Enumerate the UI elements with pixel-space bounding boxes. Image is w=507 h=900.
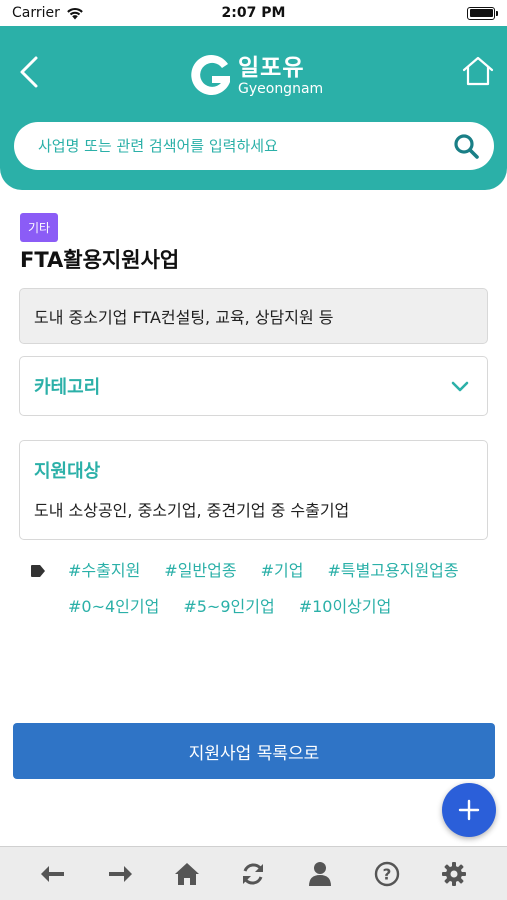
logo-subtitle: Gyeongnam bbox=[238, 80, 324, 97]
carrier-label: Carrier bbox=[12, 5, 60, 21]
chevron-down-icon bbox=[451, 381, 469, 392]
support-target-card: 지원대상 도내 소상공인, 중소기업, 중견기업 중 수출기업 bbox=[19, 440, 488, 540]
support-target-text: 도내 소상공인, 중소기업, 중견기업 중 수출기업 bbox=[34, 501, 350, 520]
tag-item[interactable]: #5~9인기업 bbox=[183, 596, 274, 618]
back-button[interactable] bbox=[14, 54, 44, 90]
back-icon[interactable] bbox=[39, 860, 67, 888]
battery-icon bbox=[467, 6, 498, 20]
home-icon[interactable] bbox=[173, 860, 201, 888]
category-dropdown[interactable]: 카테고리 bbox=[19, 356, 488, 416]
refresh-icon[interactable] bbox=[239, 860, 267, 888]
search-bar bbox=[14, 122, 494, 170]
wifi-icon bbox=[67, 7, 83, 19]
user-icon[interactable] bbox=[306, 860, 334, 888]
help-icon[interactable]: ? bbox=[373, 860, 401, 888]
program-summary: 도내 중소기업 FTA컨설팅, 교육, 상담지원 등 bbox=[19, 288, 488, 344]
tag-icon bbox=[31, 565, 45, 577]
header: 일포유 Gyeongnam bbox=[0, 26, 507, 190]
status-bar: Carrier 2:07 PM bbox=[0, 0, 507, 26]
tag-item[interactable]: #0~4인기업 bbox=[68, 596, 159, 618]
settings-icon[interactable] bbox=[440, 860, 468, 888]
tag-item[interactable]: #특별고용지원업종 bbox=[327, 560, 458, 582]
home-button[interactable] bbox=[461, 54, 495, 88]
tag-list: #수출지원 #일반업종 #기업 #특별고용지원업종 #0~4인기업 #5~9인기… bbox=[68, 560, 480, 618]
logo-title: 일포유 bbox=[238, 54, 305, 81]
tag-item[interactable]: #수출지원 bbox=[68, 560, 140, 582]
search-icon[interactable] bbox=[452, 132, 480, 160]
category-label: 카테고리 bbox=[34, 377, 101, 398]
status-left: Carrier bbox=[12, 5, 84, 21]
svg-text:?: ? bbox=[383, 865, 392, 883]
logo-g-icon bbox=[191, 54, 230, 95]
support-target-heading: 지원대상 bbox=[34, 461, 101, 482]
plus-icon bbox=[458, 799, 480, 821]
app-logo: 일포유 Gyeongnam bbox=[186, 52, 323, 100]
status-time: 2:07 PM bbox=[221, 5, 286, 21]
tag-item[interactable]: #일반업종 bbox=[164, 560, 236, 582]
page-title: FTA활용지원사업 bbox=[20, 248, 180, 272]
tag-section: #수출지원 #일반업종 #기업 #특별고용지원업종 #0~4인기업 #5~9인기… bbox=[30, 560, 480, 618]
bottom-toolbar: ? bbox=[0, 846, 507, 900]
tag-item[interactable]: #기업 bbox=[261, 560, 304, 582]
search-input[interactable] bbox=[38, 137, 452, 155]
add-fab-button[interactable] bbox=[442, 783, 496, 837]
category-badge: 기타 bbox=[20, 213, 59, 242]
tag-item[interactable]: #10이상기업 bbox=[299, 596, 392, 618]
summary-text: 도내 중소기업 FTA컨설팅, 교육, 상담지원 등 bbox=[34, 308, 334, 327]
back-to-list-button[interactable]: 지원사업 목록으로 bbox=[13, 723, 495, 779]
forward-icon[interactable] bbox=[106, 860, 134, 888]
